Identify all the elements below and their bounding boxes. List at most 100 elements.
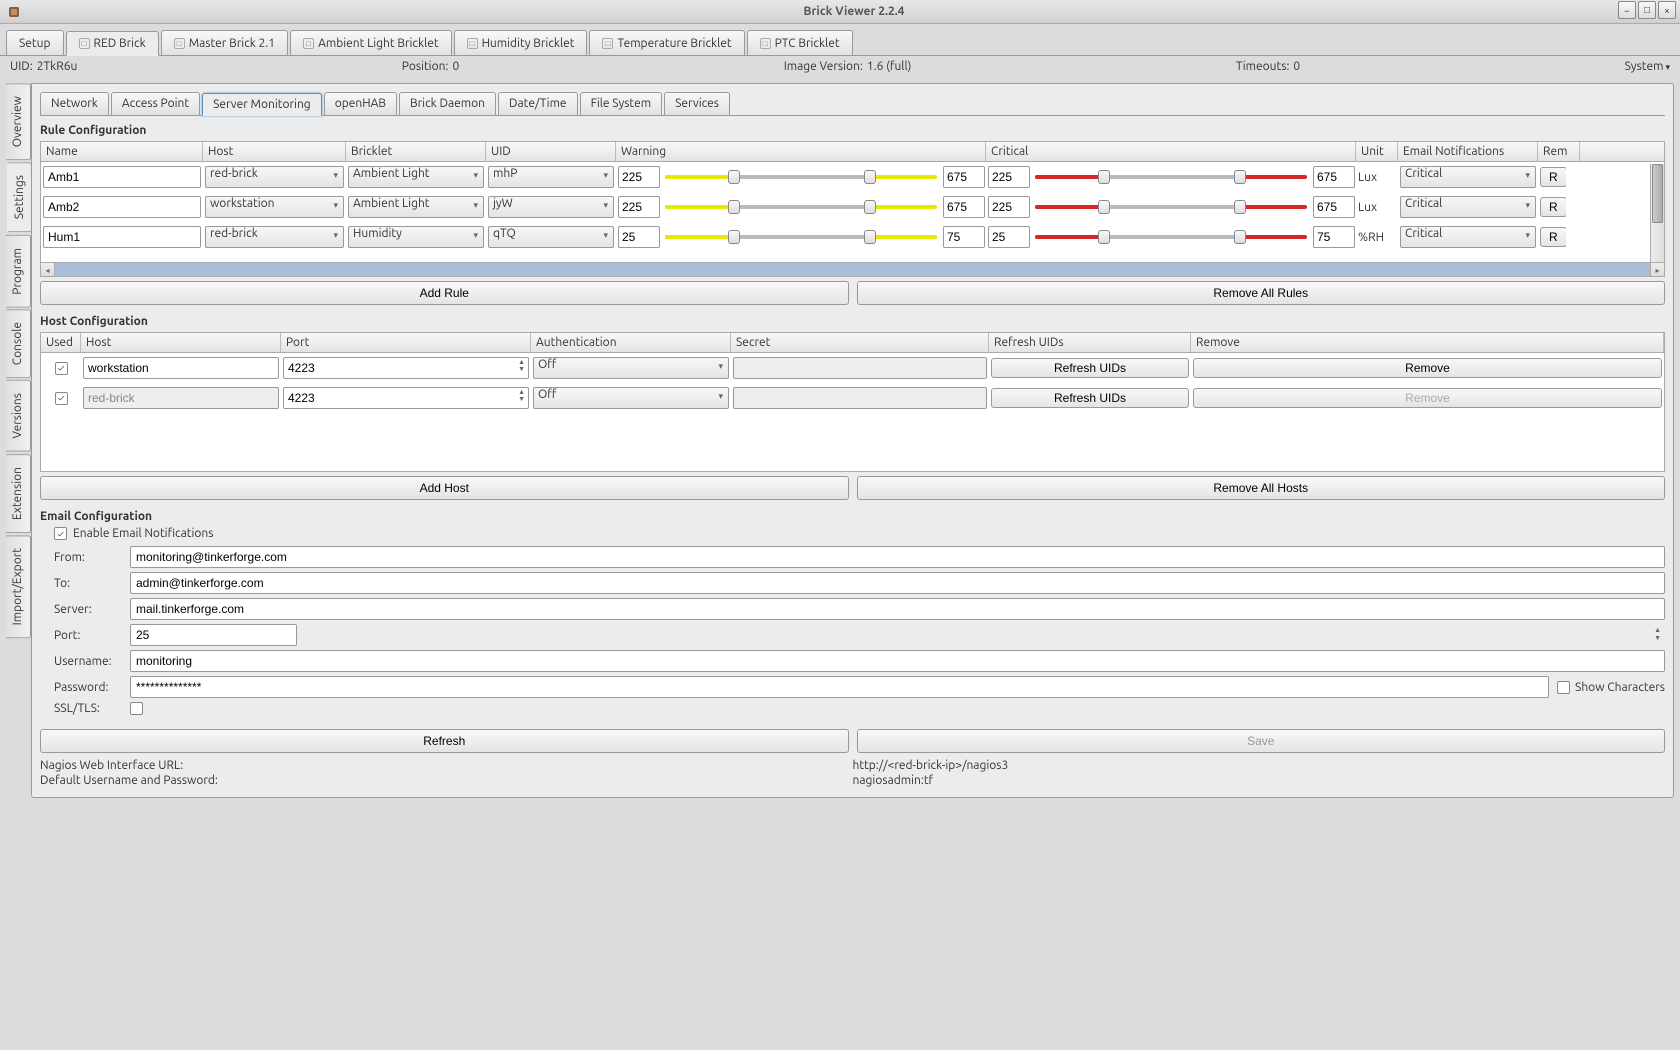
ssl-checkbox[interactable]	[130, 702, 143, 715]
host-remove-button[interactable]: Remove	[1193, 388, 1662, 408]
main-tab-humidity[interactable]: □Humidity Bricklet	[454, 30, 588, 55]
main-tab-ambient-light[interactable]: □Ambient Light Bricklet	[290, 30, 451, 55]
critical-low-spin[interactable]	[988, 196, 1030, 218]
rule-header-critical[interactable]: Critical	[986, 142, 1356, 161]
host-port-input[interactable]	[283, 387, 529, 409]
rule-host-select[interactable]: red-brick	[205, 166, 344, 188]
sub-tab-openhab[interactable]: openHAB	[324, 92, 397, 115]
rule-header-name[interactable]: Name	[41, 142, 203, 161]
warning-low-spin[interactable]	[618, 166, 660, 188]
host-name-input[interactable]	[83, 387, 279, 409]
warning-slider[interactable]	[665, 226, 937, 248]
close-button[interactable]: ×	[1658, 1, 1676, 19]
sub-tab-date-time[interactable]: Date/Time	[498, 92, 578, 115]
refresh-button[interactable]: Refresh	[40, 729, 849, 753]
rule-remove-button[interactable]: R	[1540, 227, 1566, 247]
host-header-used[interactable]: Used	[41, 333, 81, 352]
rule-email-select[interactable]: Critical	[1400, 166, 1536, 188]
from-input[interactable]	[130, 546, 1665, 568]
add-rule-button[interactable]: Add Rule	[40, 281, 849, 305]
critical-low-spin[interactable]	[988, 166, 1030, 188]
host-auth-select[interactable]: Off	[533, 357, 729, 379]
host-used-checkbox[interactable]	[55, 362, 68, 375]
side-tab-program[interactable]: Program	[6, 235, 31, 308]
remove-all-rules-button[interactable]: Remove All Rules	[857, 281, 1666, 305]
warning-high-spin[interactable]	[943, 226, 985, 248]
rule-uid-select[interactable]: jyW	[488, 196, 614, 218]
host-secret-input[interactable]	[733, 387, 987, 409]
sub-tab-network[interactable]: Network	[40, 92, 109, 115]
scroll-left-icon[interactable]: ◂	[41, 263, 55, 277]
enable-email-checkbox[interactable]	[54, 527, 67, 540]
critical-slider[interactable]	[1035, 196, 1307, 218]
host-header-remove[interactable]: Remove	[1191, 333, 1664, 352]
sub-tab-server-monitoring[interactable]: Server Monitoring	[202, 93, 322, 116]
rule-header-bricklet[interactable]: Bricklet	[346, 142, 486, 161]
warning-low-spin[interactable]	[618, 226, 660, 248]
side-tab-versions[interactable]: Versions	[6, 380, 31, 452]
refresh-uids-button[interactable]: Refresh UIDs	[991, 388, 1189, 408]
scroll-right-icon[interactable]: ▸	[1650, 263, 1664, 277]
rule-header-remove[interactable]: Rem	[1538, 142, 1580, 161]
host-secret-input[interactable]	[733, 357, 987, 379]
rule-header-uid[interactable]: UID	[486, 142, 616, 161]
host-name-input[interactable]	[83, 357, 279, 379]
sub-tab-file-system[interactable]: File System	[580, 92, 663, 115]
side-tab-overview[interactable]: Overview	[6, 83, 31, 160]
password-input[interactable]	[130, 676, 1549, 698]
rule-bricklet-select[interactable]: Humidity	[348, 226, 484, 248]
rule-name-input[interactable]	[43, 226, 201, 248]
critical-slider[interactable]	[1035, 226, 1307, 248]
main-tab-ptc[interactable]: □PTC Bricklet	[747, 30, 853, 55]
rule-hscroll[interactable]: ◂ ▸	[41, 262, 1664, 276]
rule-header-email[interactable]: Email Notifications	[1398, 142, 1538, 161]
side-tab-extension[interactable]: Extension	[6, 454, 31, 533]
warning-high-spin[interactable]	[943, 166, 985, 188]
rule-remove-button[interactable]: R	[1540, 167, 1566, 187]
critical-high-spin[interactable]	[1313, 166, 1355, 188]
rule-email-select[interactable]: Critical	[1400, 196, 1536, 218]
host-header-secret[interactable]: Secret	[731, 333, 989, 352]
rule-vscroll[interactable]	[1650, 164, 1664, 262]
save-button[interactable]: Save	[857, 729, 1666, 753]
rule-uid-select[interactable]: mhP	[488, 166, 614, 188]
rule-email-select[interactable]: Critical	[1400, 226, 1536, 248]
main-tab-master-brick[interactable]: □Master Brick 2.1	[161, 30, 288, 55]
warning-low-spin[interactable]	[618, 196, 660, 218]
host-auth-select[interactable]: Off	[533, 387, 729, 409]
minimize-button[interactable]: −	[1618, 1, 1636, 19]
maximize-button[interactable]: □	[1638, 1, 1656, 19]
warning-slider[interactable]	[665, 196, 937, 218]
rule-header-host[interactable]: Host	[203, 142, 346, 161]
rule-uid-select[interactable]: qTQ	[488, 226, 614, 248]
rule-remove-button[interactable]: R	[1540, 197, 1566, 217]
host-header-port[interactable]: Port	[281, 333, 531, 352]
port-input[interactable]	[130, 624, 297, 646]
host-used-checkbox[interactable]	[55, 392, 68, 405]
warning-slider[interactable]	[665, 166, 937, 188]
rule-name-input[interactable]	[43, 166, 201, 188]
critical-slider[interactable]	[1035, 166, 1307, 188]
to-input[interactable]	[130, 572, 1665, 594]
sub-tab-brick-daemon[interactable]: Brick Daemon	[399, 92, 496, 115]
host-port-input[interactable]	[283, 357, 529, 379]
system-menu[interactable]: System	[1625, 60, 1670, 73]
sub-tab-access-point[interactable]: Access Point	[111, 92, 200, 115]
rule-header-warning[interactable]: Warning	[616, 142, 986, 161]
main-tab-setup[interactable]: Setup	[6, 30, 64, 55]
sub-tab-services[interactable]: Services	[664, 92, 730, 115]
critical-low-spin[interactable]	[988, 226, 1030, 248]
rule-host-select[interactable]: red-brick	[205, 226, 344, 248]
host-remove-button[interactable]: Remove	[1193, 358, 1662, 378]
side-tab-console[interactable]: Console	[6, 309, 31, 378]
main-tab-red-brick[interactable]: □RED Brick	[66, 31, 159, 56]
rule-header-unit[interactable]: Unit	[1356, 142, 1398, 161]
rule-name-input[interactable]	[43, 196, 201, 218]
critical-high-spin[interactable]	[1313, 196, 1355, 218]
remove-all-hosts-button[interactable]: Remove All Hosts	[857, 476, 1666, 500]
side-tab-import-export[interactable]: Import/Export	[6, 535, 31, 638]
server-input[interactable]	[130, 598, 1665, 620]
add-host-button[interactable]: Add Host	[40, 476, 849, 500]
show-characters-checkbox[interactable]	[1557, 681, 1570, 694]
rule-bricklet-select[interactable]: Ambient Light	[348, 196, 484, 218]
